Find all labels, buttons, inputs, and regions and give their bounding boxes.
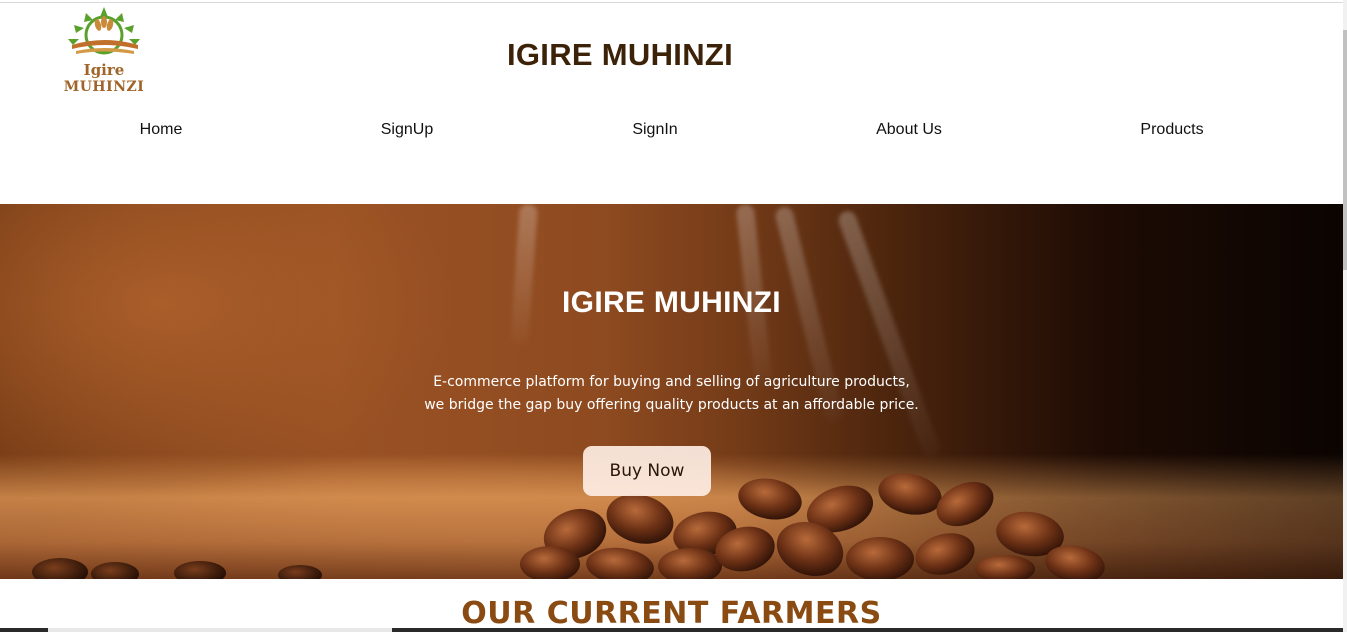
hero-description-line-2: we bridge the gap buy offering quality p… [424,397,919,413]
nav-signin[interactable]: SignIn [632,121,677,139]
hero-description-line-1: E-commerce platform for buying and selli… [433,374,910,390]
site-header: Igire MUHINZI IGIRE MUHINZI Home SignUp … [0,3,1343,203]
main-nav: Home SignUp SignIn About Us Products [0,121,1343,145]
site-logo[interactable]: Igire MUHINZI [58,5,154,97]
nav-home[interactable]: Home [140,121,183,139]
page-scrollbar[interactable] [1343,0,1347,632]
farmer-card-edge [48,628,392,632]
site-title: IGIRE MUHINZI [506,37,734,72]
nav-about-us[interactable]: About Us [876,121,942,139]
nav-products[interactable]: Products [1140,121,1203,139]
scrollbar-thumb[interactable] [1343,30,1347,270]
nav-signup[interactable]: SignUp [381,121,433,139]
wheat-sun-logo-icon [68,7,140,55]
buy-now-button[interactable]: Buy Now [583,446,711,496]
logo-text-muhinzi: MUHINZI [63,79,145,95]
hero-banner: IGIRE MUHINZI E-commerce platform for bu… [0,204,1343,579]
hero-title: IGIRE MUHINZI [562,286,781,319]
current-farmers-heading: OUR CURRENT FARMERS [461,596,882,631]
logo-text-igire: Igire [83,61,125,79]
coffee-beans-image [32,473,1105,579]
